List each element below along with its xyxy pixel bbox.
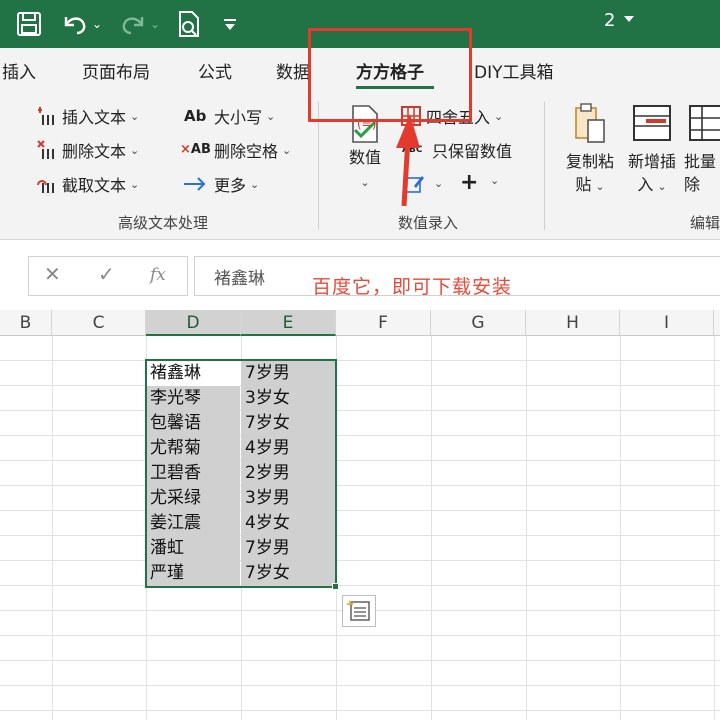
annotation-text: 百度它，即可下载安装 [312,276,513,298]
insert-text-button[interactable]: 插入文本 ⌄ [36,104,139,128]
case-button[interactable]: Ab 大小写 ⌄ [184,104,275,128]
group-label-text: 高级文本处理 [118,214,209,232]
delete-text-icon [36,139,58,161]
column-header-h[interactable]: H [526,310,620,336]
copy-paste-label-1: 复制粘 [565,152,614,171]
batch-delete-label-2: 除 [684,175,701,194]
grid-line [0,485,720,486]
spreadsheet-grid[interactable] [0,336,720,720]
column-header-d[interactable]: D [146,310,241,336]
tab-formulas[interactable]: 公式 [198,58,232,83]
more-button[interactable]: 更多 ⌄ [182,172,259,196]
cancel-icon[interactable]: ✕ [44,262,61,286]
grid-line [0,385,720,386]
grid-line [0,510,720,511]
column-header-e[interactable]: E [241,310,336,336]
print-preview-icon[interactable] [176,8,202,40]
grid-line [526,336,527,720]
grid-line [0,660,720,661]
grid-line [620,336,621,720]
column-header-g[interactable]: G [431,310,526,336]
group-label-number: 数值录入 [398,214,459,232]
grid-line [0,560,720,561]
function-icon[interactable]: fx [150,265,166,285]
grid-line [0,460,720,461]
keep-values-label: 只保留数值 [432,142,513,161]
column-header-b[interactable]: B [0,310,52,336]
insert-text-label: 插入文本 [62,108,127,127]
grid-line [0,710,720,711]
batch-delete-label-1: 批量 [684,152,717,171]
copy-paste-button[interactable]: 复制粘 贴 ⌄ [558,102,622,198]
batch-delete-button[interactable]: 批量 除 [684,102,720,196]
plus-icon[interactable]: + [460,170,478,195]
chevron-down-icon[interactable] [624,16,634,22]
batch-delete-icon [684,102,720,150]
group-label-edit: 编辑 [690,214,720,232]
tab-page-layout[interactable]: 页面布局 [82,58,150,83]
number-label: 数值 [348,148,381,167]
customize-toolbar-icon[interactable] [222,8,238,40]
extract-text-button[interactable]: 截取文本 ⌄ [36,172,139,196]
grid-line [0,535,720,536]
more-label: 更多 [214,176,247,195]
grid-line [0,360,720,361]
tab-diy-toolbox[interactable]: DIY工具箱 [474,58,554,83]
group-separator [544,102,545,230]
delete-text-button[interactable]: 删除文本 ⌄ [36,138,139,162]
new-insert-label-2: 入 [637,175,654,194]
grid-line [0,410,720,411]
formula-value: 褚鑫琳 [214,269,265,289]
grid-line [0,435,720,436]
annotation-arrow-icon [396,114,420,207]
insert-rows-icon [620,102,684,150]
new-insert-button[interactable]: 新增插 入 ⌄ [620,102,684,198]
extract-text-icon [36,173,58,195]
grid-line [0,635,720,636]
insert-text-icon [36,105,58,127]
save-icon[interactable] [16,8,42,40]
column-header-i[interactable]: I [620,310,714,336]
grid-line [0,585,720,586]
page-number: 2 [604,10,616,31]
column-headers: B C D E F G H I [0,310,720,336]
redo-dropdown-icon[interactable]: ⌄ [150,8,160,40]
quick-analysis-icon [347,600,370,621]
case-label: 大小写 [214,108,263,127]
case-icon: Ab [184,107,207,125]
selection-range [145,359,337,588]
new-insert-label-1: 新增插 [627,152,676,171]
undo-dropdown-icon[interactable]: ⌄ [92,8,102,40]
remove-spaces-label: 删除空格 [214,142,279,161]
remove-spaces-icon: ×AB [180,142,211,157]
grid-line [52,336,53,720]
grid-line [0,685,720,686]
copy-paste-label-2: 贴 [575,175,592,194]
plus-dropdown-icon[interactable]: ⌄ [486,174,499,187]
remove-spaces-button[interactable]: ×AB 删除空格 ⌄ [180,138,291,162]
tab-insert[interactable]: 插入 [2,58,36,83]
delete-text-label: 删除文本 [62,142,127,161]
fill-handle[interactable] [332,583,339,590]
tab-data[interactable]: 数据 [276,58,310,83]
confirm-icon[interactable]: ✓ [98,262,115,286]
column-header-f[interactable]: F [336,310,431,336]
quick-analysis-button[interactable] [342,595,376,627]
arrow-right-icon [182,173,210,195]
grid-line [431,336,432,720]
extract-text-label: 截取文本 [62,176,127,195]
undo-icon[interactable] [60,8,90,40]
column-header-c[interactable]: C [52,310,146,336]
clipboard-icon [558,102,622,150]
redo-icon[interactable] [118,8,148,40]
grid-line [714,336,715,720]
